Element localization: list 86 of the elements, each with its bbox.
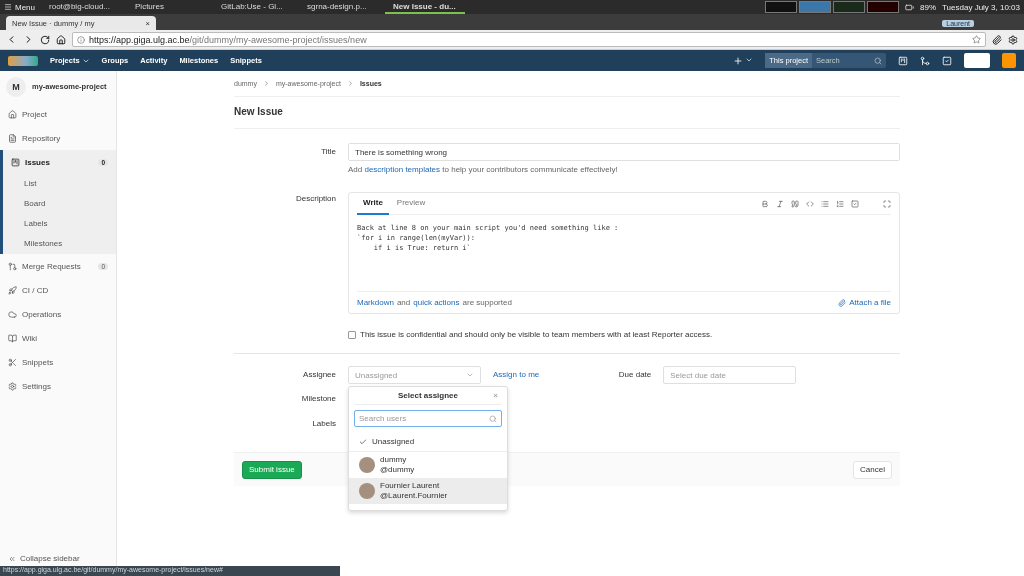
merge-request-icon	[8, 261, 17, 271]
task-list-icon	[851, 199, 859, 208]
battery-icon	[905, 2, 914, 12]
sidebar-item[interactable]: Project	[0, 102, 116, 126]
gitlab-logo[interactable]	[8, 55, 38, 66]
taskbar-item[interactable]: root@big-cloud...	[41, 0, 121, 14]
paperclip-icon	[838, 298, 847, 307]
quick-actions-link[interactable]: quick actions	[413, 298, 460, 307]
confidential-checkbox[interactable]	[348, 330, 356, 339]
page-title: New Issue	[234, 97, 900, 129]
dropdown-title: Select assignee	[397, 391, 458, 400]
info-icon	[77, 35, 85, 44]
cpu-graph	[765, 1, 797, 13]
numbered-list-icon	[836, 199, 844, 208]
sidebar-item[interactable]: Wiki	[0, 326, 116, 350]
board-icon	[11, 157, 20, 167]
reload-icon	[40, 34, 50, 45]
settings-icon	[8, 381, 17, 391]
assignee-option[interactable]: Unassigned	[349, 432, 507, 452]
assignee-option[interactable]: Fournier Laurent @Laurent.Fournier	[349, 478, 507, 504]
menu-button[interactable]: Menu	[4, 2, 35, 12]
issues-icon	[898, 55, 908, 66]
assignee-option[interactable]: dummy @dummy	[349, 452, 507, 478]
taskbar-item[interactable]: GitLab:Use - Gl...	[213, 0, 293, 14]
title-field[interactable]: There is something wrong	[348, 143, 900, 161]
home-icon	[8, 109, 17, 119]
taskbar-item[interactable]: Pictures	[127, 0, 207, 14]
fullscreen-icon	[883, 199, 891, 208]
field-label: Due date	[617, 369, 652, 381]
editor-tab[interactable]: Write	[357, 192, 389, 215]
double-chevron-icon	[8, 554, 16, 563]
attach-file-link[interactable]: Attach a file	[838, 298, 891, 307]
search-icon	[489, 414, 497, 423]
menu-icon	[4, 3, 12, 11]
plus-icon	[733, 55, 744, 66]
caret-icon	[466, 371, 474, 379]
field-label: Title	[320, 146, 336, 158]
sidebar-subitem[interactable]: Milestones	[3, 234, 116, 254]
taskbar-item[interactable]: sgrna-design.p...	[299, 0, 379, 14]
italic-icon	[776, 199, 784, 208]
scissors-icon	[8, 357, 17, 367]
file-icon	[8, 133, 17, 143]
rocket-icon	[8, 285, 17, 295]
sidebar-item[interactable]: Settings	[0, 374, 116, 398]
assign-to-me-link[interactable]: Assign to me	[493, 366, 540, 384]
code-icon	[806, 199, 814, 208]
chevron-icon	[262, 80, 270, 87]
battery-level: 89%	[920, 2, 936, 12]
field-label: Milestone	[300, 393, 336, 403]
sidebar-item[interactable]: CI / CD	[0, 278, 116, 302]
cancel-button[interactable]: Cancel	[853, 460, 892, 479]
sidebar-item[interactable]: Snippets	[0, 350, 116, 374]
bullet-list-icon	[821, 199, 829, 208]
home-icon	[56, 34, 66, 45]
field-label: Description	[295, 193, 336, 205]
cloud-icon	[8, 309, 17, 319]
field-label: Labels	[311, 418, 336, 428]
load-graph	[867, 1, 899, 13]
star-icon	[972, 35, 981, 44]
field-label: Assignee	[302, 369, 336, 381]
markdown-link[interactable]: Markdown	[357, 298, 394, 307]
todo-icon	[942, 55, 952, 66]
search-icon	[874, 56, 882, 65]
check-icon	[359, 437, 367, 446]
quote-icon	[791, 199, 799, 208]
memory-graph	[799, 1, 831, 13]
book-icon	[8, 333, 17, 343]
sidebar-subitem[interactable]: Labels	[3, 214, 116, 234]
clock: Tuesday July 3, 10:03	[942, 2, 1020, 12]
collapse-sidebar-button[interactable]: Collapse sidebar	[8, 554, 80, 563]
sidebar-item[interactable]: Repository	[0, 126, 116, 150]
chevron-icon	[346, 80, 354, 87]
editor-tab[interactable]: Preview	[390, 192, 432, 215]
merge-request-icon	[920, 55, 930, 66]
project-avatar: M	[6, 76, 26, 97]
hint-text: Add description templates to help your contributors communicate effectively!	[348, 165, 619, 174]
checkbox-label: This issue is confidential and should only be visible to team members with at least Reporter access.	[360, 330, 713, 339]
network-graph	[833, 1, 865, 13]
footer-text: and	[396, 298, 411, 307]
sidebar-subitem[interactable]: Board	[3, 194, 116, 214]
description-templates-link[interactable]: description templates	[364, 165, 441, 174]
bold-icon	[761, 199, 769, 208]
sidebar-item[interactable]: Operations	[0, 302, 116, 326]
address-bar[interactable]: https://app.giga.ulg.ac.be/git/dummy/my-awesome-project/issues/new	[72, 32, 986, 47]
sidebar-subitem[interactable]: List	[3, 174, 116, 194]
footer-text: are supported	[462, 298, 512, 307]
